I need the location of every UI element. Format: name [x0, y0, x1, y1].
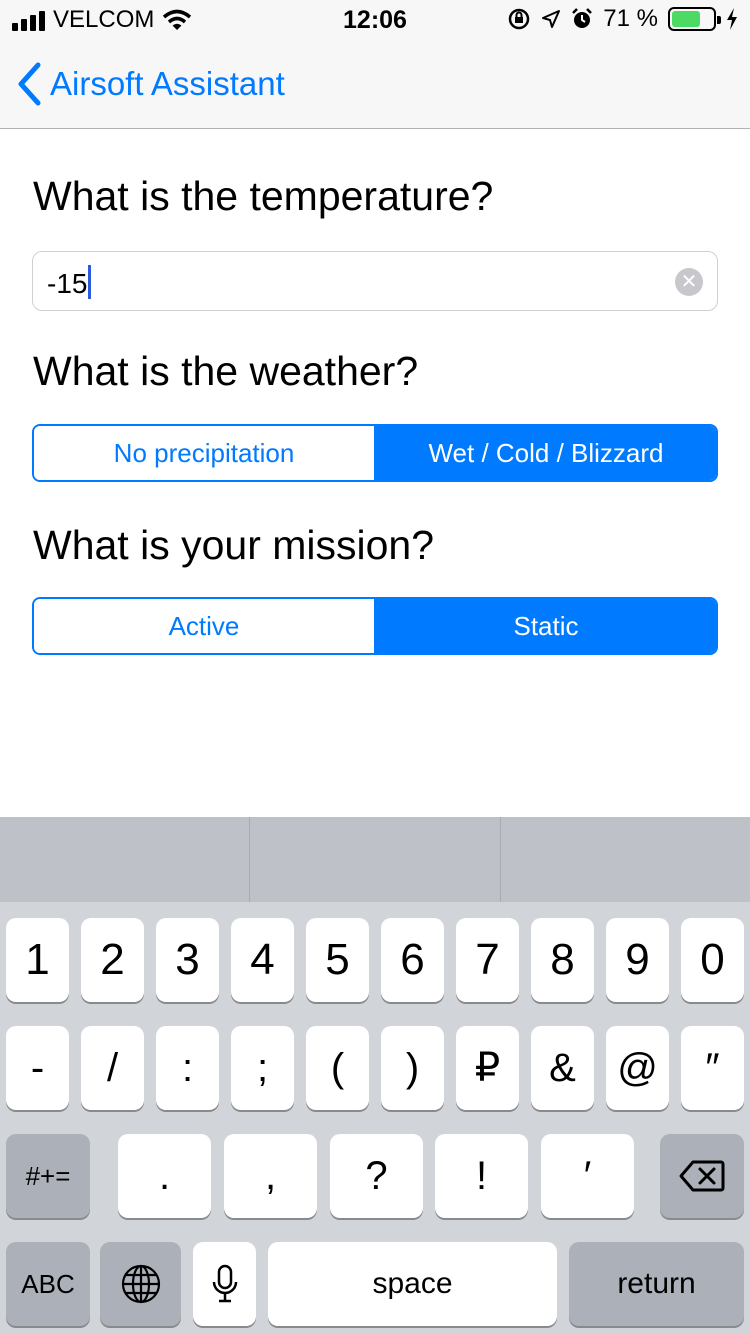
rotation-lock-icon: [509, 8, 530, 30]
key-7[interactable]: 7: [456, 918, 519, 1002]
key-more-symbols[interactable]: #+=: [6, 1134, 90, 1218]
status-right: 71 %: [507, 5, 738, 33]
key-open-paren[interactable]: (: [306, 1026, 369, 1110]
globe-icon: [121, 1264, 160, 1304]
key-apostrophe[interactable]: ′: [541, 1134, 634, 1218]
return-key[interactable]: return: [569, 1242, 744, 1326]
back-label: Airsoft Assistant: [50, 65, 285, 102]
key-comma[interactable]: ,: [224, 1134, 317, 1218]
navigation-bar: Airsoft Assistant: [0, 40, 750, 129]
key-0[interactable]: 0: [681, 918, 744, 1002]
key-exclamation[interactable]: !: [435, 1134, 528, 1218]
suggestion-slot[interactable]: [0, 817, 249, 902]
segment-no-precipitation[interactable]: No precipitation: [34, 426, 374, 480]
key-1[interactable]: 1: [6, 918, 69, 1002]
predictive-bar: [0, 817, 750, 902]
clear-text-icon[interactable]: ✕: [675, 268, 703, 296]
segment-static[interactable]: Static: [374, 599, 716, 653]
segment-wet-cold-blizzard[interactable]: Wet / Cold / Blizzard: [374, 426, 716, 480]
key-9[interactable]: 9: [606, 918, 669, 1002]
temperature-question: What is the temperature?: [33, 173, 494, 219]
key-6[interactable]: 6: [381, 918, 444, 1002]
key-semicolon[interactable]: ;: [231, 1026, 294, 1110]
mission-question: What is your mission?: [33, 522, 435, 568]
globe-key[interactable]: [100, 1242, 181, 1326]
key-ampersand[interactable]: &: [531, 1026, 594, 1110]
segment-active[interactable]: Active: [34, 599, 374, 653]
suggestion-slot[interactable]: [249, 817, 499, 902]
key-close-paren[interactable]: ): [381, 1026, 444, 1110]
battery-icon: [668, 7, 721, 31]
back-button[interactable]: Airsoft Assistant: [16, 62, 285, 106]
screen: VELCOM 12:06 71 % Airsoft Assistant What…: [0, 0, 750, 1334]
dictation-key[interactable]: [193, 1242, 256, 1326]
space-key[interactable]: space: [268, 1242, 557, 1326]
mission-segmented-control: Active Static: [32, 597, 718, 655]
status-bar: VELCOM 12:06 71 %: [0, 0, 750, 40]
key-hyphen[interactable]: -: [6, 1026, 69, 1110]
suggestion-slot[interactable]: [499, 817, 750, 902]
key-slash[interactable]: /: [81, 1026, 144, 1110]
chevron-left-icon: [18, 62, 41, 106]
battery-percent: 71 %: [603, 5, 658, 32]
microphone-icon: [212, 1264, 237, 1303]
text-cursor: [88, 265, 92, 299]
temperature-input[interactable]: -15 ✕: [32, 251, 718, 311]
key-2[interactable]: 2: [81, 918, 144, 1002]
key-4[interactable]: 4: [231, 918, 294, 1002]
alarm-icon: [572, 8, 593, 28]
charging-bolt-icon: [727, 8, 737, 30]
backspace-icon: [679, 1160, 725, 1192]
weather-question: What is the weather?: [33, 348, 419, 394]
key-5[interactable]: 5: [306, 918, 369, 1002]
key-3[interactable]: 3: [156, 918, 219, 1002]
keyboard: 1 2 3 4 5 6 7 8 9 0 - / : ; ( ) ₽ & @ ″ …: [0, 817, 750, 1334]
key-8[interactable]: 8: [531, 918, 594, 1002]
battery-level: [672, 11, 701, 27]
temperature-value: -15: [47, 265, 92, 300]
key-double-quote[interactable]: ″: [681, 1026, 744, 1110]
weather-segmented-control: No precipitation Wet / Cold / Blizzard: [32, 424, 718, 482]
location-icon: [542, 10, 561, 28]
key-question[interactable]: ?: [330, 1134, 423, 1218]
key-ruble[interactable]: ₽: [456, 1026, 519, 1110]
key-colon[interactable]: :: [156, 1026, 219, 1110]
key-abc[interactable]: ABC: [6, 1242, 90, 1326]
delete-key[interactable]: [660, 1134, 744, 1218]
key-period[interactable]: .: [118, 1134, 211, 1218]
key-at[interactable]: @: [606, 1026, 669, 1110]
